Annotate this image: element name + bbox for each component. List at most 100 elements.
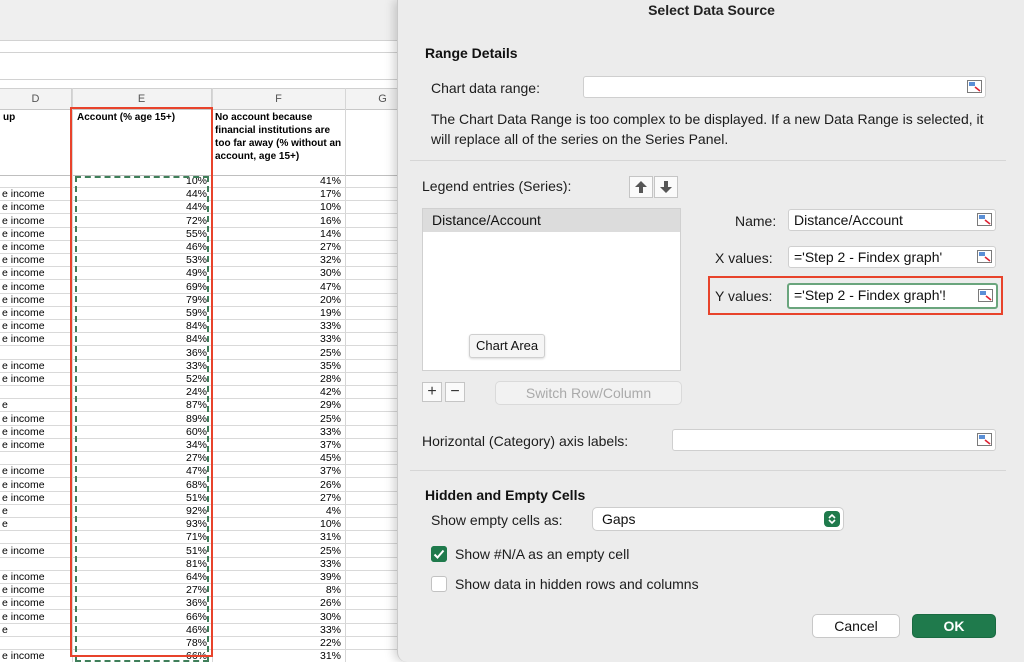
table-cell-f[interactable]: 45% <box>212 452 344 464</box>
header-cell-group[interactable]: up <box>0 109 72 175</box>
table-cell-f[interactable]: 33% <box>212 426 344 438</box>
table-cell-d[interactable]: e income <box>0 611 74 623</box>
table-cell-f[interactable]: 35% <box>212 360 344 372</box>
table-cell-d[interactable] <box>0 558 74 570</box>
show-na-checkbox[interactable] <box>431 546 447 562</box>
table-cell-f[interactable]: 8% <box>212 584 344 596</box>
table-cell-f[interactable]: 33% <box>212 320 344 332</box>
column-header-f[interactable]: F <box>212 89 346 109</box>
table-cell-f[interactable]: 14% <box>212 228 344 240</box>
table-cell-d[interactable]: e income <box>0 254 74 266</box>
table-cell-d[interactable] <box>0 452 74 464</box>
name-field[interactable]: Distance/Account <box>788 209 996 231</box>
table-cell-f[interactable]: 26% <box>212 479 344 491</box>
spreadsheet[interactable]: D E F G up Account (% age 15+) No accoun… <box>0 0 420 662</box>
show-empty-cells-select[interactable]: Gaps <box>592 507 844 531</box>
table-cell-f[interactable]: 22% <box>212 637 344 649</box>
table-cell-d[interactable]: e income <box>0 413 74 425</box>
table-cell-d[interactable]: e income <box>0 241 74 253</box>
table-cell-d[interactable]: e income <box>0 228 74 240</box>
table-cell-f[interactable]: 27% <box>212 492 344 504</box>
range-select-icon[interactable] <box>967 80 982 93</box>
header-cell-no-account-distance[interactable]: No account because financial institution… <box>212 109 346 175</box>
table-cell-d[interactable]: e income <box>0 545 74 557</box>
table-cell-d[interactable] <box>0 386 74 398</box>
table-cell-d[interactable]: e income <box>0 479 74 491</box>
move-series-down-button[interactable] <box>654 176 678 198</box>
add-series-button[interactable]: + <box>422 382 442 402</box>
show-hidden-data-checkbox[interactable] <box>431 576 447 592</box>
switch-row-column-button[interactable]: Switch Row/Column <box>495 381 682 405</box>
table-cell-f[interactable]: 17% <box>212 188 344 200</box>
table-cell-d[interactable]: e income <box>0 267 74 279</box>
table-cell-f[interactable]: 31% <box>212 650 344 662</box>
table-cell-d[interactable]: e income <box>0 188 74 200</box>
table-cell-f[interactable]: 31% <box>212 531 344 543</box>
table-cell-f[interactable]: 37% <box>212 439 344 451</box>
table-cell-f[interactable]: 42% <box>212 386 344 398</box>
table-cell-f[interactable]: 26% <box>212 597 344 609</box>
chart-data-range-field[interactable] <box>583 76 986 98</box>
table-cell-d[interactable]: e income <box>0 333 74 345</box>
ok-button[interactable]: OK <box>912 614 996 638</box>
move-series-up-button[interactable] <box>629 176 653 198</box>
table-cell-f[interactable]: 10% <box>212 201 344 213</box>
table-cell-d[interactable]: e <box>0 505 74 517</box>
table-cell-f[interactable]: 19% <box>212 307 344 319</box>
table-cell-f[interactable]: 29% <box>212 399 344 411</box>
table-cell-f[interactable]: 16% <box>212 215 344 227</box>
table-cell-f[interactable]: 30% <box>212 267 344 279</box>
table-cell-d[interactable]: e income <box>0 294 74 306</box>
table-cell-d[interactable]: e income <box>0 215 74 227</box>
series-item-distance-account[interactable]: Distance/Account <box>423 209 680 232</box>
range-select-icon[interactable] <box>977 433 992 446</box>
table-cell-f[interactable]: 20% <box>212 294 344 306</box>
table-cell-f[interactable]: 4% <box>212 505 344 517</box>
table-cell-d[interactable] <box>0 531 74 543</box>
column-header-d[interactable]: D <box>0 89 72 109</box>
table-cell-f[interactable]: 32% <box>212 254 344 266</box>
table-cell-d[interactable]: e <box>0 518 74 530</box>
table-cell-f[interactable]: 27% <box>212 241 344 253</box>
range-select-icon[interactable] <box>977 250 992 263</box>
table-cell-f[interactable]: 41% <box>212 175 344 187</box>
table-cell-d[interactable]: e income <box>0 465 74 477</box>
table-cell-d[interactable]: e income <box>0 201 74 213</box>
table-cell-f[interactable]: 37% <box>212 465 344 477</box>
category-axis-labels-field[interactable] <box>672 429 996 451</box>
table-cell-f[interactable]: 10% <box>212 518 344 530</box>
table-cell-f[interactable]: 30% <box>212 611 344 623</box>
table-cell-d[interactable] <box>0 347 74 359</box>
range-select-icon[interactable] <box>977 213 992 226</box>
table-cell-d[interactable]: e income <box>0 426 74 438</box>
table-cell-d[interactable]: e income <box>0 360 74 372</box>
table-cell-f[interactable]: 25% <box>212 413 344 425</box>
table-cell-d[interactable]: e <box>0 624 74 636</box>
table-cell-d[interactable]: e income <box>0 281 74 293</box>
table-cell-f[interactable]: 39% <box>212 571 344 583</box>
table-cell-d[interactable] <box>0 175 74 187</box>
table-cell-d[interactable]: e <box>0 399 74 411</box>
table-cell-d[interactable]: e income <box>0 373 74 385</box>
table-cell-d[interactable]: e income <box>0 439 74 451</box>
table-cell-d[interactable]: e income <box>0 307 74 319</box>
table-cell-d[interactable]: e income <box>0 650 74 662</box>
formula-bar[interactable] <box>0 52 420 80</box>
table-cell-d[interactable]: e income <box>0 597 74 609</box>
column-header-e[interactable]: E <box>72 89 212 109</box>
table-cell-d[interactable] <box>0 637 74 649</box>
table-cell-f[interactable]: 33% <box>212 558 344 570</box>
table-cell-f[interactable]: 33% <box>212 624 344 636</box>
remove-series-button[interactable]: − <box>445 382 465 402</box>
table-cell-d[interactable]: e income <box>0 492 74 504</box>
cancel-button[interactable]: Cancel <box>812 614 900 638</box>
series-list[interactable]: Distance/Account <box>422 208 681 371</box>
table-cell-f[interactable]: 25% <box>212 545 344 557</box>
x-values-field[interactable]: ='Step 2 - Findex graph' <box>788 246 996 268</box>
table-cell-d[interactable]: e income <box>0 571 74 583</box>
table-cell-f[interactable]: 33% <box>212 333 344 345</box>
table-cell-d[interactable]: e income <box>0 320 74 332</box>
table-cell-f[interactable]: 47% <box>212 281 344 293</box>
table-cell-f[interactable]: 28% <box>212 373 344 385</box>
table-cell-f[interactable]: 25% <box>212 347 344 359</box>
